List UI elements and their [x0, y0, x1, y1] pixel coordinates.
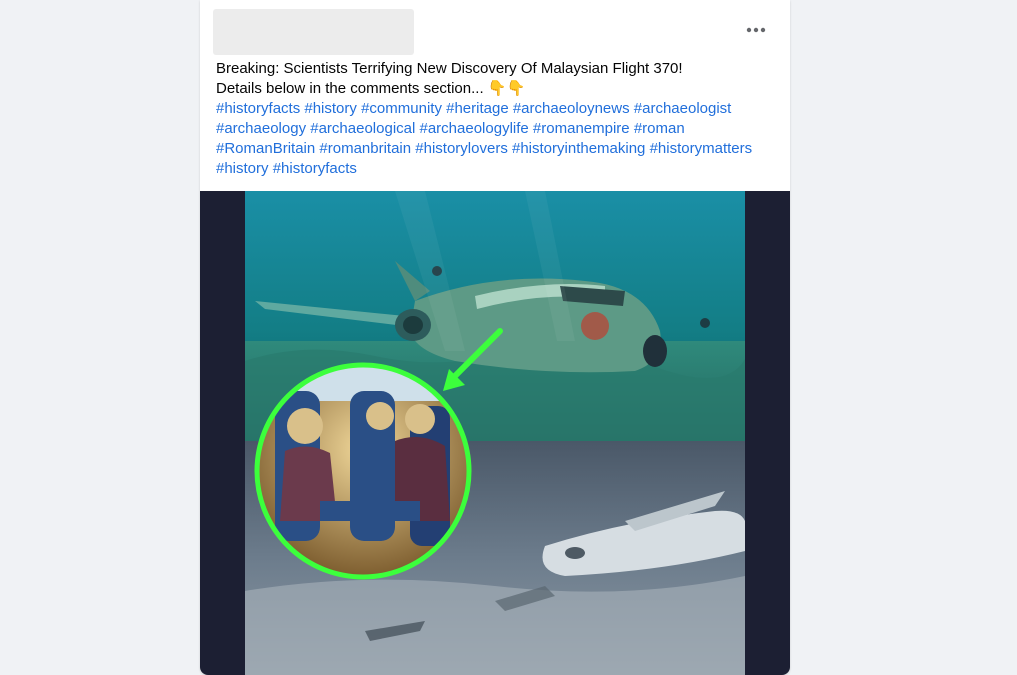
- post-card: Breaking: Scientists Terrifying New Disc…: [200, 0, 790, 675]
- post-media[interactable]: [200, 191, 790, 675]
- hashtag-link[interactable]: #archaeologist: [634, 100, 732, 117]
- hashtag-row: #RomanBritain #romanbritain #historylove…: [216, 139, 781, 159]
- hashtag-link[interactable]: #archaeology: [216, 120, 306, 137]
- post-subline-row: Details below in the comments section...…: [216, 79, 781, 99]
- hashtag-link[interactable]: #historyinthemaking: [512, 140, 645, 157]
- post-headline: Breaking: Scientists Terrifying New Disc…: [216, 60, 683, 77]
- post-image-illustration: [245, 191, 745, 675]
- hashtag-link[interactable]: #community: [361, 100, 442, 117]
- pointing-down-emoji: 👇👇: [487, 80, 526, 97]
- hashtag-link[interactable]: #romanbritain: [319, 140, 411, 157]
- post-options-button[interactable]: [744, 18, 768, 42]
- hashtag-link[interactable]: #archaeologylife: [420, 120, 529, 137]
- hashtag-link[interactable]: #heritage: [446, 100, 509, 117]
- hashtag-link[interactable]: #historyfacts: [273, 160, 357, 177]
- hashtag-link[interactable]: #historyfacts: [216, 100, 300, 117]
- post-text: Breaking: Scientists Terrifying New Disc…: [216, 59, 781, 179]
- hashtag-list: #historyfacts #history #community #herit…: [216, 99, 781, 179]
- hashtag-row: #historyfacts #history #community #herit…: [216, 99, 781, 119]
- more-horizontal-icon: [746, 27, 766, 33]
- hashtag-link[interactable]: #historylovers: [415, 140, 508, 157]
- hashtag-link[interactable]: #archaeological: [310, 120, 415, 137]
- hashtag-row: #history #historyfacts: [216, 159, 781, 179]
- hashtag-link[interactable]: #history: [304, 100, 357, 117]
- hashtag-link[interactable]: #roman: [634, 120, 685, 137]
- hashtag-link[interactable]: #archaeoloynews: [513, 100, 630, 117]
- post-image[interactable]: [245, 191, 745, 675]
- hashtag-link[interactable]: #history: [216, 160, 269, 177]
- hashtag-row: #archaeology #archaeological #archaeolog…: [216, 119, 781, 139]
- hashtag-link[interactable]: #historymatters: [650, 140, 753, 157]
- hashtag-link[interactable]: #romanempire: [533, 120, 630, 137]
- author-header-redacted: [213, 9, 414, 55]
- post-subline: Details below in the comments section...: [216, 80, 484, 97]
- hashtag-link[interactable]: #RomanBritain: [216, 140, 315, 157]
